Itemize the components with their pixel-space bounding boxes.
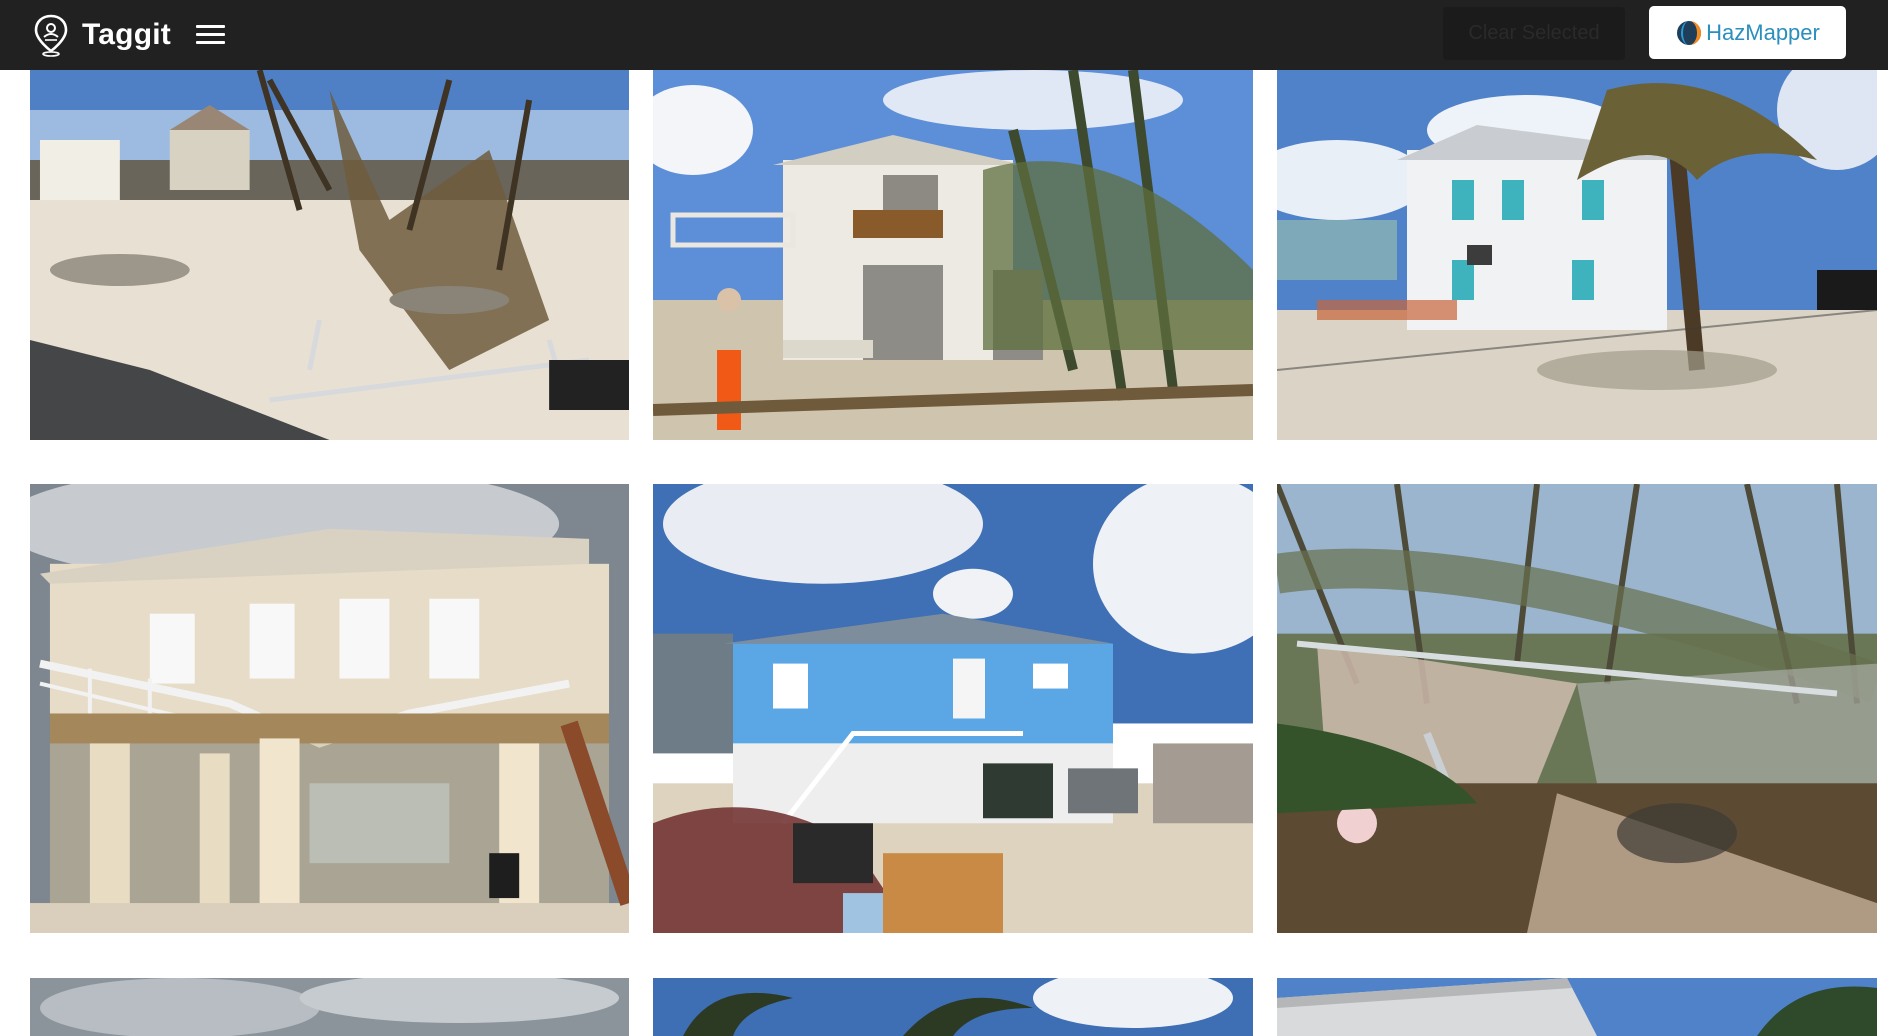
- gallery-image-5[interactable]: [653, 484, 1253, 933]
- clear-selected-button[interactable]: Clear Selected: [1443, 7, 1625, 60]
- hazmapper-logo-icon: [1677, 20, 1702, 45]
- white-house-photo: [653, 70, 1253, 440]
- gallery-image-7[interactable]: [30, 978, 629, 1036]
- blue-house-photo: [653, 484, 1253, 933]
- hamburger-menu-icon[interactable]: [194, 21, 227, 48]
- gallery-image-4[interactable]: [30, 484, 629, 933]
- cloudy-sky-photo: [30, 978, 629, 1036]
- image-gallery: [0, 0, 1888, 1036]
- gallery-image-3[interactable]: [1277, 70, 1877, 440]
- app-title: Taggit: [82, 18, 171, 51]
- fence-damage-photo: [1277, 484, 1877, 933]
- gallery-image-9[interactable]: [1277, 978, 1877, 1036]
- debris-photo: [30, 70, 629, 440]
- gallery-image-6[interactable]: [1277, 484, 1877, 933]
- elevated-house-photo: [30, 484, 629, 933]
- house-eave-photo: [1277, 978, 1877, 1036]
- hazmapper-button[interactable]: HazMapper: [1649, 6, 1846, 59]
- map-pin-icon: [34, 14, 68, 57]
- brand[interactable]: Taggit: [32, 10, 171, 60]
- palm-house-photo: [1277, 70, 1877, 440]
- hazmapper-label: HazMapper: [1706, 19, 1820, 45]
- palm-trees-photo: [653, 978, 1253, 1036]
- gallery-image-1[interactable]: [30, 70, 629, 440]
- top-navigation-bar: Taggit Clear Selected HazMapper: [0, 0, 1888, 70]
- gallery-image-2[interactable]: [653, 70, 1253, 440]
- gallery-image-8[interactable]: [653, 978, 1253, 1036]
